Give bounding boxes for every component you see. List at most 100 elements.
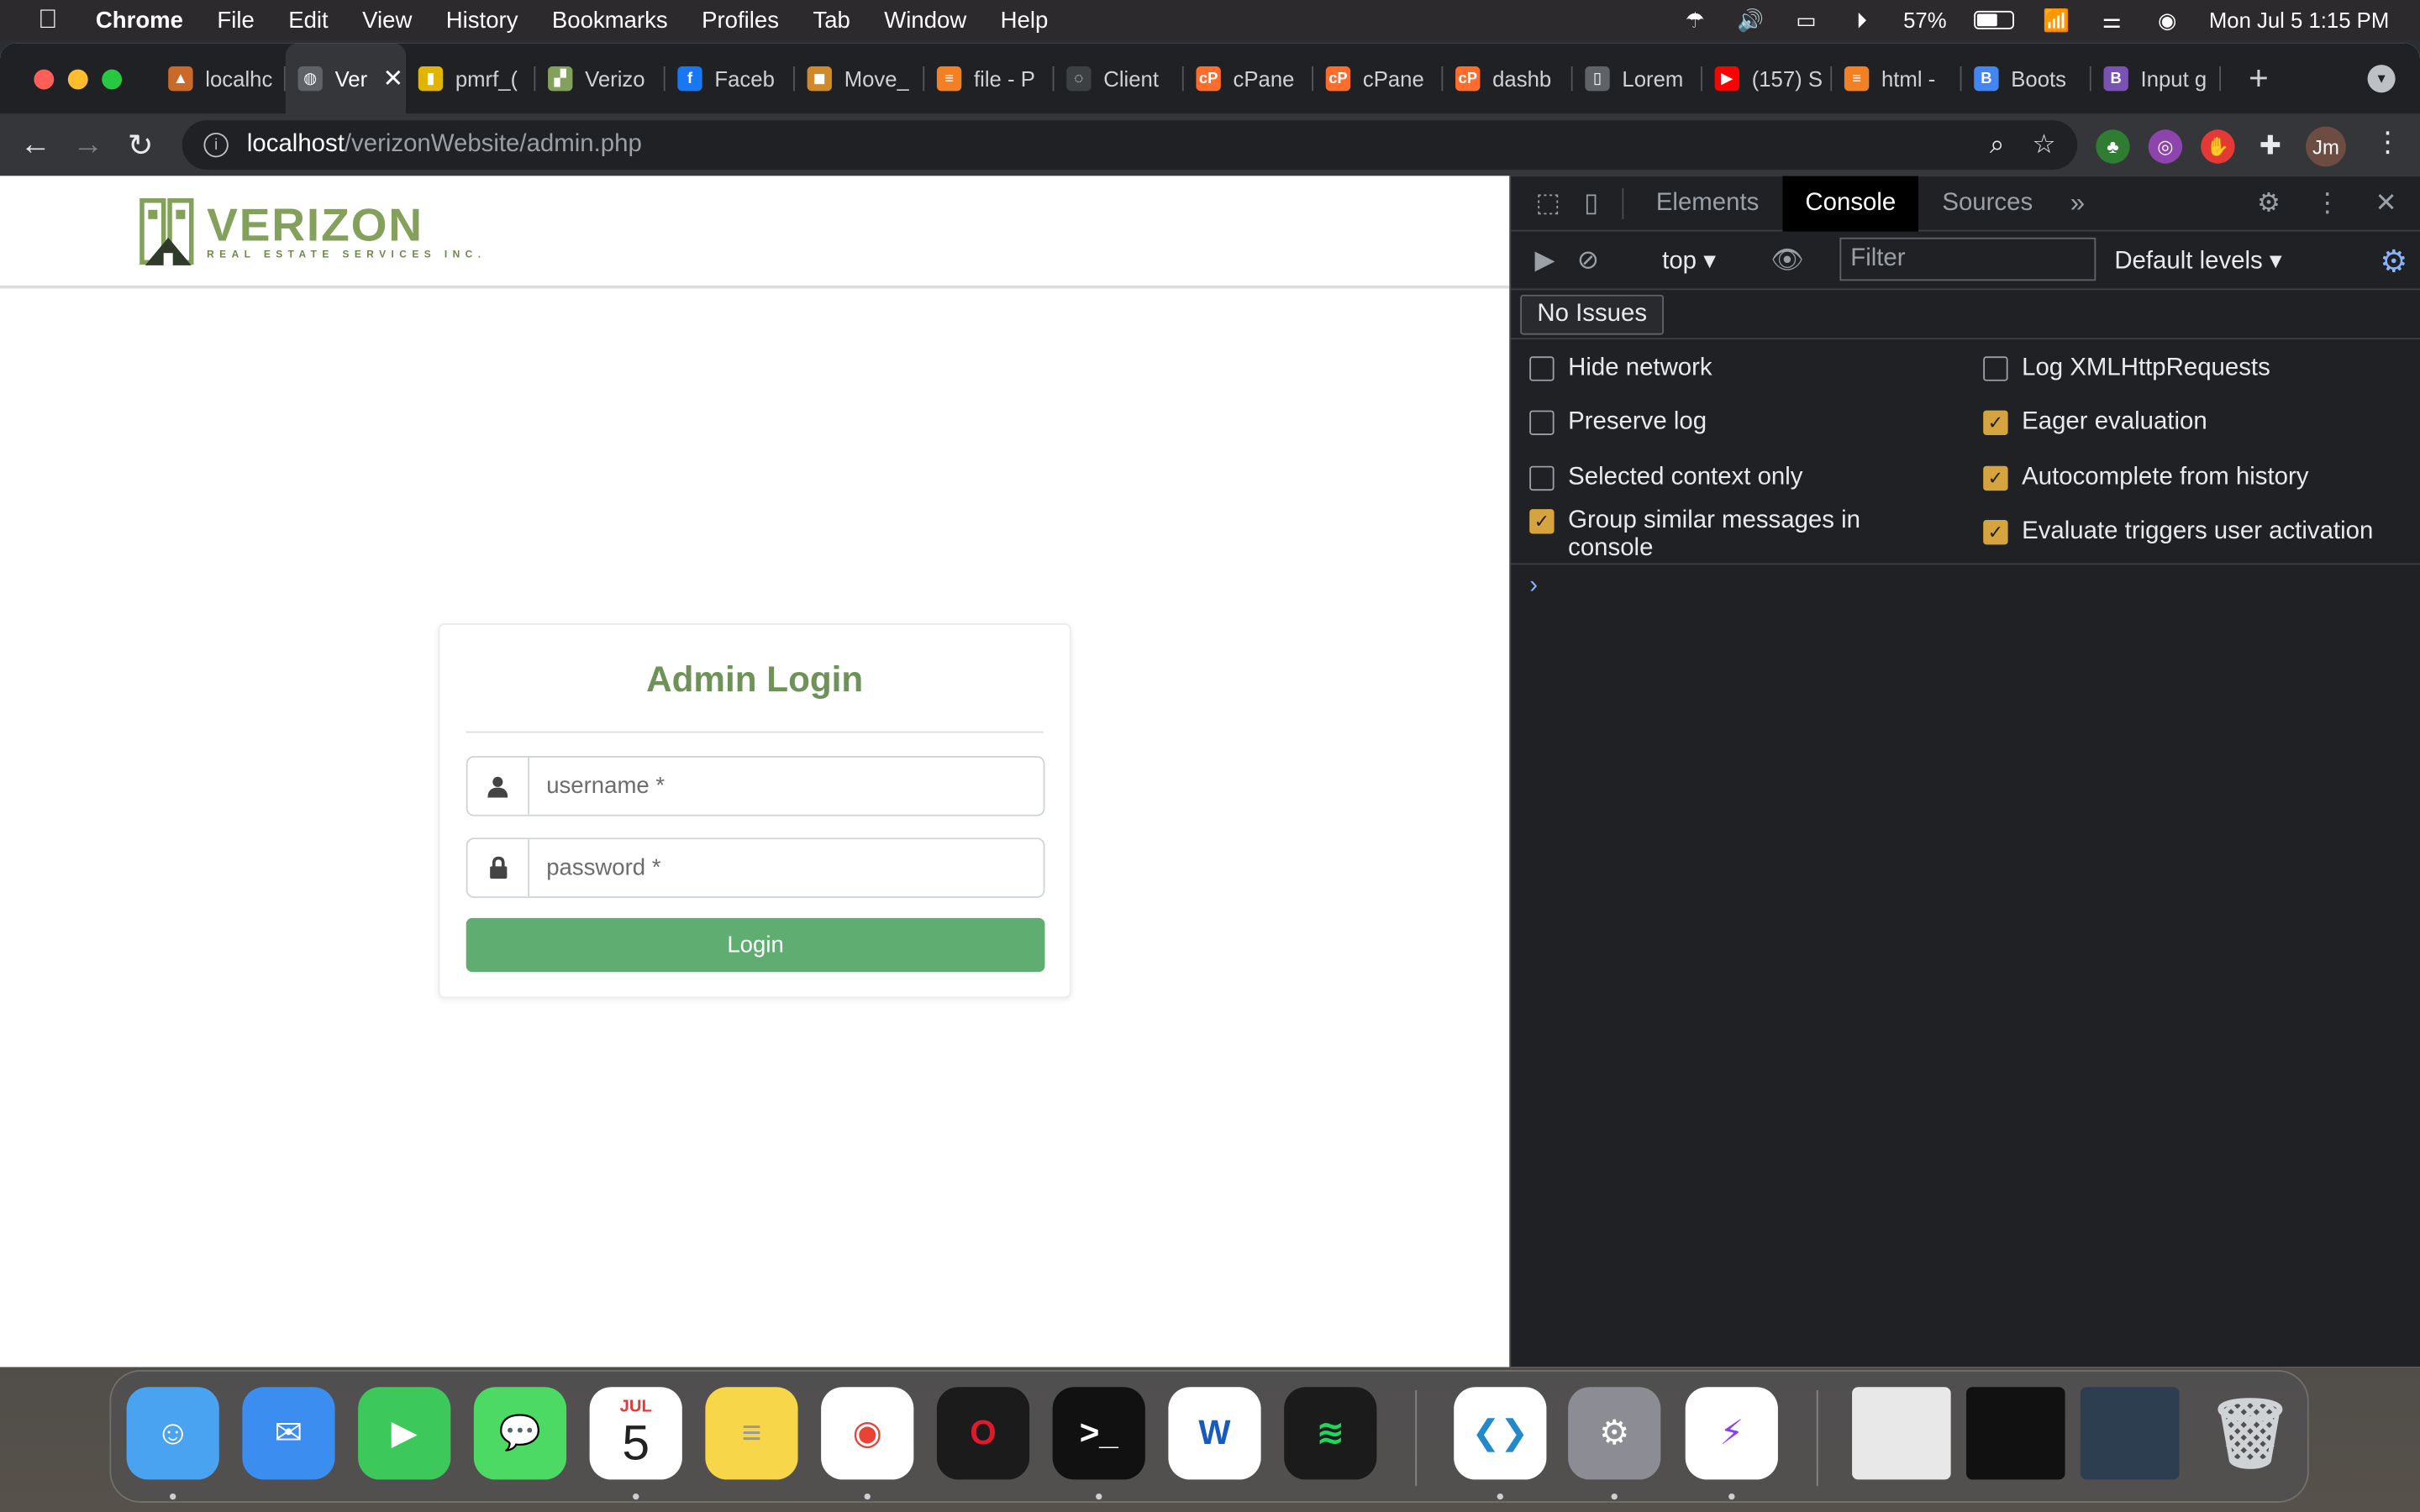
browser-tab[interactable]: ▯ Lorem bbox=[1573, 43, 1702, 113]
show-sidebar-icon[interactable]: ▶ bbox=[1523, 239, 1566, 281]
checkbox[interactable] bbox=[1529, 465, 1555, 491]
terminal-icon[interactable]: >_ bbox=[1052, 1387, 1145, 1480]
console-prompt-icon[interactable]: › bbox=[1529, 572, 1538, 600]
battery-icon[interactable] bbox=[1974, 10, 2015, 29]
menu-history[interactable]: History bbox=[446, 7, 518, 33]
forward-arrow-icon[interactable]: → bbox=[61, 128, 113, 163]
notes-icon[interactable]: ≡ bbox=[705, 1387, 798, 1480]
console-filter-input[interactable] bbox=[1839, 237, 2096, 281]
no-issues-button[interactable]: No Issues bbox=[1520, 293, 1665, 334]
browser-tab[interactable]: B Input g bbox=[2091, 43, 2222, 113]
devtools-close-icon[interactable]: ✕ bbox=[2365, 182, 2407, 225]
menu-bar-clock[interactable]: Mon Jul 5 1:15 PM bbox=[2209, 8, 2389, 32]
purple-extension-icon[interactable]: ◎ bbox=[2148, 129, 2183, 164]
browser-tab[interactable]: ▮ pmrf_( bbox=[406, 43, 536, 113]
browser-tab[interactable]: ◌ Client bbox=[1054, 43, 1184, 113]
vscode-icon[interactable]: ❮❯ bbox=[1454, 1387, 1547, 1480]
console-option[interactable]: Log XMLHttpRequests bbox=[1983, 354, 2400, 382]
username-input[interactable] bbox=[529, 757, 1044, 815]
tab-elements[interactable]: Elements bbox=[1633, 175, 1782, 230]
minimize-window-button[interactable] bbox=[67, 68, 88, 89]
menu-edit[interactable]: Edit bbox=[288, 7, 328, 33]
chrome-menu-icon[interactable]: ⋮ bbox=[2374, 127, 2402, 160]
inspect-element-icon[interactable]: ⬚ bbox=[1527, 181, 1570, 224]
control-center-icon[interactable]: ⚌ bbox=[2098, 7, 2126, 32]
display-icon[interactable]: ▭ bbox=[1792, 7, 1820, 32]
close-window-button[interactable] bbox=[34, 68, 55, 89]
menu-help[interactable]: Help bbox=[1001, 7, 1049, 33]
browser-tab[interactable]: cP cPane bbox=[1313, 43, 1444, 113]
apple-menu-icon[interactable]:  bbox=[0, 5, 96, 36]
menu-window[interactable]: Window bbox=[884, 7, 966, 33]
app-menu-chrome[interactable]: Chrome bbox=[96, 7, 183, 33]
zoom-window-button[interactable] bbox=[102, 68, 123, 89]
device-toolbar-icon[interactable]: ▯ bbox=[1570, 181, 1612, 224]
menu-bookmarks[interactable]: Bookmarks bbox=[552, 7, 668, 33]
console-settings-gear-icon[interactable]: ⚙ bbox=[2380, 242, 2407, 281]
browser-tab[interactable]: ≡ html - bbox=[1832, 43, 1962, 113]
browser-tab[interactable]: B Boots bbox=[1961, 43, 2091, 113]
console-option[interactable]: ✓ Evaluate triggers user activation bbox=[1983, 518, 2400, 546]
browser-tab[interactable]: cP dashb bbox=[1443, 43, 1573, 113]
checkbox[interactable]: ✓ bbox=[1983, 465, 2008, 491]
more-tabs-icon[interactable]: » bbox=[2056, 181, 2099, 224]
finder-icon[interactable]: ☺ bbox=[126, 1387, 219, 1480]
profile-avatar[interactable]: Jm bbox=[2306, 126, 2346, 167]
browser-tab[interactable]: f Faceb bbox=[666, 43, 795, 113]
browser-tab[interactable]: cP cPane bbox=[1184, 43, 1314, 113]
spotify-icon[interactable]: ≋ bbox=[1284, 1387, 1377, 1480]
checkbox[interactable] bbox=[1983, 356, 2008, 381]
menu-file[interactable]: File bbox=[217, 7, 254, 33]
close-tab-icon[interactable]: ✕ bbox=[383, 63, 404, 94]
site-info-icon[interactable]: i bbox=[203, 132, 229, 158]
checkbox[interactable] bbox=[1529, 356, 1555, 381]
opera-icon[interactable]: O bbox=[936, 1387, 1030, 1480]
reload-icon[interactable]: ↻ bbox=[114, 126, 166, 165]
browser-tab[interactable]: ≡ file - P bbox=[924, 43, 1055, 113]
back-arrow-icon[interactable]: ← bbox=[9, 128, 61, 163]
window-thumbnail-1-icon[interactable] bbox=[1852, 1387, 1951, 1480]
console-option[interactable]: ✓ Group similar messages in console bbox=[1529, 507, 1946, 563]
console-option[interactable]: ✓ Autocomplete from history bbox=[1983, 465, 2400, 492]
console-option[interactable]: Hide network bbox=[1529, 354, 1946, 382]
checkbox[interactable]: ✓ bbox=[1983, 410, 2008, 435]
system-preferences-icon[interactable]: ⚙ bbox=[1568, 1387, 1661, 1480]
verizon-logo[interactable]: VERIZON REAL ESTATE SERVICES INC. bbox=[139, 194, 486, 268]
console-option[interactable]: Preserve log bbox=[1529, 409, 1946, 437]
tab-console[interactable]: Console bbox=[1781, 175, 1919, 231]
console-option[interactable]: ✓ Eager evaluation bbox=[1983, 409, 2400, 437]
clear-console-icon[interactable]: ⊘ bbox=[1566, 239, 1609, 281]
checkbox[interactable]: ✓ bbox=[1983, 519, 2008, 545]
browser-tab[interactable]: ◍ Ver ✕ bbox=[285, 43, 407, 114]
browser-tab[interactable]: ◼ Move_ bbox=[795, 43, 925, 113]
tree-extension-icon[interactable]: ♣ bbox=[2096, 129, 2130, 164]
login-button[interactable]: Login bbox=[466, 917, 1045, 973]
extensions-puzzle-icon[interactable]: ✚ bbox=[2254, 129, 2287, 163]
focus-mode-icon[interactable]: ☂ bbox=[1681, 7, 1709, 32]
tab-search-icon[interactable]: ▾ bbox=[2367, 65, 2396, 93]
browser-tab[interactable]: ▲ localhc bbox=[156, 43, 286, 113]
volume-icon[interactable]: 🔊 bbox=[1737, 7, 1765, 32]
facetime-icon[interactable]: ▶ bbox=[358, 1387, 451, 1480]
live-expression-eye-icon[interactable]: 👁 bbox=[1765, 239, 1808, 282]
menu-tab[interactable]: Tab bbox=[813, 7, 850, 33]
calendar-icon[interactable]: JUL 5 bbox=[589, 1387, 682, 1480]
menu-profiles[interactable]: Profiles bbox=[702, 7, 779, 33]
context-selector[interactable]: top ▾ bbox=[1662, 245, 1716, 276]
devtools-settings-icon[interactable]: ⚙ bbox=[2247, 182, 2290, 225]
bookmark-star-icon[interactable]: ☆ bbox=[2033, 129, 2056, 160]
log-levels-dropdown[interactable]: Default levels ▾ bbox=[2114, 245, 2281, 276]
browser-tab[interactable]: ▶ (157) S bbox=[1702, 43, 1833, 113]
window-thumbnail-3-icon[interactable] bbox=[2080, 1387, 2180, 1480]
checkbox[interactable]: ✓ bbox=[1529, 509, 1555, 534]
browser-tab[interactable]: ▞ Verizo bbox=[535, 43, 666, 113]
chrome-icon[interactable]: ◉ bbox=[821, 1387, 914, 1480]
checkbox[interactable] bbox=[1529, 410, 1555, 435]
new-tab-button[interactable]: + bbox=[2249, 59, 2269, 99]
messages-icon[interactable]: 💬 bbox=[473, 1387, 567, 1480]
siri-icon[interactable]: ◉ bbox=[2154, 7, 2181, 32]
tab-sources[interactable]: Sources bbox=[1919, 175, 2056, 230]
adblock-extension-icon[interactable]: ✋ bbox=[2201, 129, 2235, 164]
now-playing-icon[interactable]: ⏵ bbox=[1848, 7, 1876, 32]
address-bar[interactable]: i localhost/verizonWebsite/admin.php ⌕ ☆ bbox=[182, 120, 2078, 171]
